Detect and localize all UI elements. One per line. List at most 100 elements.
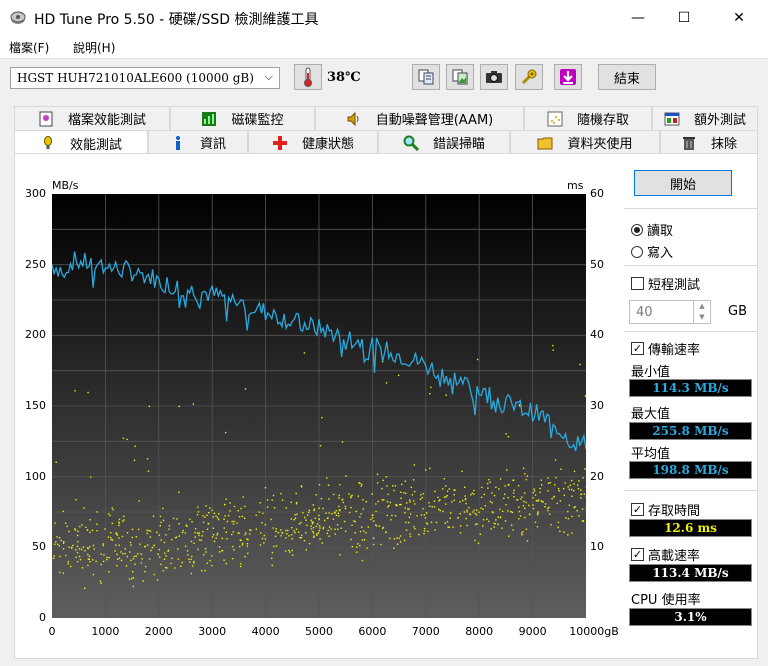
tab-folder-usage[interactable]: 資料夾使用 — [510, 130, 660, 154]
maximize-button[interactable]: ☐ — [661, 0, 707, 36]
access-time-point — [571, 495, 573, 497]
tab-extra-tests[interactable]: 額外測試 — [652, 106, 758, 130]
access-time-point — [380, 543, 382, 546]
tab-erase[interactable]: 抹除 — [660, 130, 758, 154]
access-time-point — [365, 501, 367, 503]
access-time-point — [62, 542, 65, 544]
access-time-point — [133, 555, 136, 558]
access-time-point — [312, 527, 315, 529]
access-time-point — [285, 529, 287, 532]
short-test-size-value: 40 — [636, 305, 653, 320]
exit-button[interactable]: 結束 — [598, 64, 656, 90]
start-button[interactable]: 開始 — [634, 170, 732, 196]
access-time-point — [305, 519, 307, 521]
access-time-point — [448, 488, 451, 490]
read-radio[interactable]: 讀取 — [631, 220, 673, 239]
burst-rate-checkbox[interactable]: ✓ 高載速率 — [631, 545, 700, 564]
tab-aam[interactable]: 自動噪聲管理(AAM) — [315, 106, 524, 130]
access-time-checkbox[interactable]: ✓ 存取時間 — [631, 500, 700, 519]
access-time-point — [291, 538, 293, 540]
access-time-point — [391, 514, 393, 517]
short-test-size-stepper[interactable]: 40 ▲ ▼ — [629, 300, 711, 324]
access-time-point — [548, 506, 550, 509]
access-time-point — [307, 514, 309, 516]
access-time-point — [241, 544, 244, 546]
save-button[interactable] — [554, 64, 582, 90]
screenshot-button[interactable] — [480, 64, 508, 90]
max-value: 255.8 MB/s — [629, 422, 752, 440]
access-time-point — [216, 532, 219, 535]
access-time-point — [499, 508, 501, 511]
access-time-point — [446, 490, 449, 492]
copy-text-button[interactable] — [412, 64, 440, 90]
access-time-point — [280, 493, 282, 495]
menu-help[interactable]: 說明(H) — [73, 39, 115, 56]
access-time-point — [462, 499, 464, 502]
access-time-point — [102, 544, 104, 547]
access-time-point — [544, 506, 546, 508]
tab-health[interactable]: 健康狀態 — [248, 130, 378, 154]
tab-random-access[interactable]: 隨機存取 — [524, 106, 652, 130]
write-radio[interactable]: 寫入 — [631, 242, 673, 261]
drive-select[interactable]: HGST HUH721010ALE600 (10000 gB) ⌵ — [10, 67, 280, 89]
access-time-point — [362, 508, 364, 510]
access-time-point — [212, 534, 215, 536]
access-time-point — [540, 479, 542, 481]
tab-disk-monitor[interactable]: 磁碟監控 — [170, 106, 315, 130]
access-time-point — [102, 560, 105, 563]
transfer-rate-checkbox[interactable]: ✓ 傳輸速率 — [631, 339, 700, 358]
access-time-point — [410, 486, 412, 489]
access-time-point — [464, 495, 466, 497]
access-time-point — [520, 498, 522, 500]
access-time-point — [181, 531, 184, 534]
access-time-point — [178, 523, 180, 525]
download-arrow-icon — [560, 69, 576, 85]
copy-image-button[interactable] — [446, 64, 474, 90]
spin-up-icon[interactable]: ▲ — [693, 301, 710, 312]
access-time-point — [107, 536, 110, 538]
minimize-button[interactable]: — — [615, 0, 661, 36]
menu-file[interactable]: 檔案(F) — [9, 39, 49, 56]
access-time-point — [135, 555, 137, 557]
access-time-point — [574, 506, 576, 508]
tab-error-scan[interactable]: 錯誤掃瞄 — [378, 130, 510, 154]
access-time-point — [327, 529, 329, 532]
access-time-point — [445, 503, 447, 505]
access-time-point — [518, 506, 520, 508]
access-time-point — [463, 511, 466, 513]
separator — [624, 331, 758, 332]
access-time-point — [96, 530, 98, 532]
temperature-button[interactable] — [294, 64, 322, 90]
access-time-point — [430, 521, 433, 523]
x-tick-label: 3000 — [198, 625, 227, 638]
access-time-point — [132, 577, 134, 579]
access-time-point — [182, 529, 184, 532]
access-time-point — [316, 533, 318, 535]
access-time-point — [525, 501, 527, 504]
close-button[interactable]: ✕ — [716, 0, 762, 36]
access-time-point — [381, 487, 383, 490]
access-time-point — [338, 494, 340, 497]
access-time-point — [541, 484, 543, 486]
tab-file-benchmark[interactable]: 檔案效能測試 — [14, 106, 170, 130]
access-time-point — [275, 545, 278, 547]
short-test-checkbox[interactable]: 短程測試 — [631, 274, 700, 293]
access-time-point — [206, 528, 209, 530]
access-time-point — [500, 516, 502, 518]
access-time-point — [326, 517, 329, 520]
access-time-point — [371, 493, 373, 495]
spin-down-icon[interactable]: ▼ — [693, 312, 710, 323]
access-time-point — [129, 541, 132, 544]
access-time-point — [395, 503, 397, 506]
access-time-point — [186, 550, 189, 552]
access-time-point — [91, 529, 94, 531]
tab-info[interactable]: 資訊 — [148, 130, 248, 154]
access-time-point — [563, 531, 565, 533]
y-left-tick-label: 200 — [25, 328, 46, 342]
access-time-point — [225, 431, 227, 434]
access-time-point — [205, 505, 207, 507]
tab-benchmark[interactable]: 效能測試 — [14, 130, 148, 155]
access-time-point — [201, 569, 203, 572]
options-button[interactable] — [515, 64, 543, 90]
access-time-point — [96, 511, 98, 513]
